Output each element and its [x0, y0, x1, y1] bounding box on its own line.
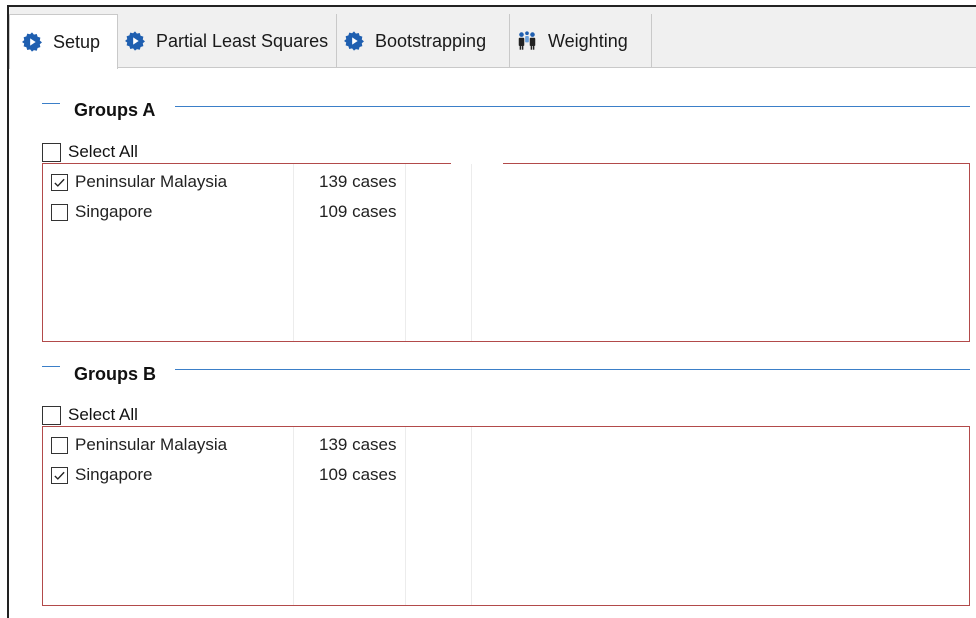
groups-b-column-divider	[471, 427, 472, 605]
tab-weighting-label: Weighting	[548, 30, 628, 51]
item-name: Singapore	[75, 465, 153, 484]
groups-a-peninsular-checkbox[interactable]	[51, 173, 68, 191]
groups-a-list[interactable]: Peninsular Malaysia 139 cases Singapore …	[42, 162, 970, 342]
gear-icon	[21, 31, 43, 53]
item-name: Peninsular Malaysia	[75, 172, 228, 191]
item-cases: 139 cases	[319, 172, 397, 191]
groups-a-list-gap	[451, 162, 503, 165]
tab-setup[interactable]: Setup	[9, 14, 118, 69]
tab-partial-least-squares[interactable]: Partial Least Squares	[118, 14, 337, 68]
groups-b-rule-right	[175, 369, 970, 370]
gear-icon	[343, 30, 365, 52]
tab-weighting[interactable]: Weighting	[510, 14, 652, 68]
item-name: Peninsular Malaysia	[75, 435, 228, 454]
groups-b-select-all-label: Select All	[68, 405, 138, 424]
gear-icon	[124, 30, 146, 52]
tab-partial-least-squares-label: Partial Least Squares	[156, 30, 329, 51]
people-icon	[516, 30, 538, 52]
item-cases: 139 cases	[319, 435, 397, 454]
list-item[interactable]: Singapore 109 cases	[51, 198, 397, 226]
item-cases: 109 cases	[319, 202, 397, 221]
list-item[interactable]: Peninsular Malaysia 139 cases	[51, 431, 397, 459]
groups-b-title: Groups B	[74, 364, 157, 384]
groups-b-list[interactable]: Peninsular Malaysia 139 cases Singapore …	[42, 426, 970, 606]
groups-a-title: Groups A	[74, 100, 156, 120]
groups-a-column-divider	[405, 164, 406, 341]
groups-b-column-divider	[405, 427, 406, 605]
groups-b-select-all[interactable]: Select All	[42, 405, 138, 425]
tab-bootstrapping-label: Bootstrapping	[375, 30, 487, 51]
tab-setup-label: Setup	[53, 31, 101, 52]
list-item[interactable]: Singapore 109 cases	[51, 461, 397, 489]
groups-a-rule-right	[175, 106, 970, 107]
groups-b-rule-left	[42, 366, 60, 367]
item-cases: 109 cases	[319, 465, 397, 484]
tab-bootstrapping[interactable]: Bootstrapping	[337, 14, 510, 68]
groups-b-select-all-checkbox[interactable]	[42, 405, 61, 425]
window-frame: Setup Partial Least Squares Bootstrappin…	[7, 5, 976, 618]
tab-bar: Setup Partial Least Squares Bootstrappin…	[9, 7, 976, 69]
groups-a-select-all-checkbox[interactable]	[42, 142, 61, 162]
groups-b-peninsular-checkbox[interactable]	[51, 436, 68, 454]
groups-a-select-all-label: Select All	[68, 142, 138, 161]
item-name: Singapore	[75, 202, 153, 221]
list-item[interactable]: Peninsular Malaysia 139 cases	[51, 168, 397, 196]
groups-a-select-all[interactable]: Select All	[42, 142, 138, 162]
groups-a-singapore-checkbox[interactable]	[51, 203, 68, 221]
groups-a-rule-left	[42, 103, 60, 104]
groups-b-singapore-checkbox[interactable]	[51, 466, 68, 484]
groups-a-column-divider	[471, 164, 472, 341]
